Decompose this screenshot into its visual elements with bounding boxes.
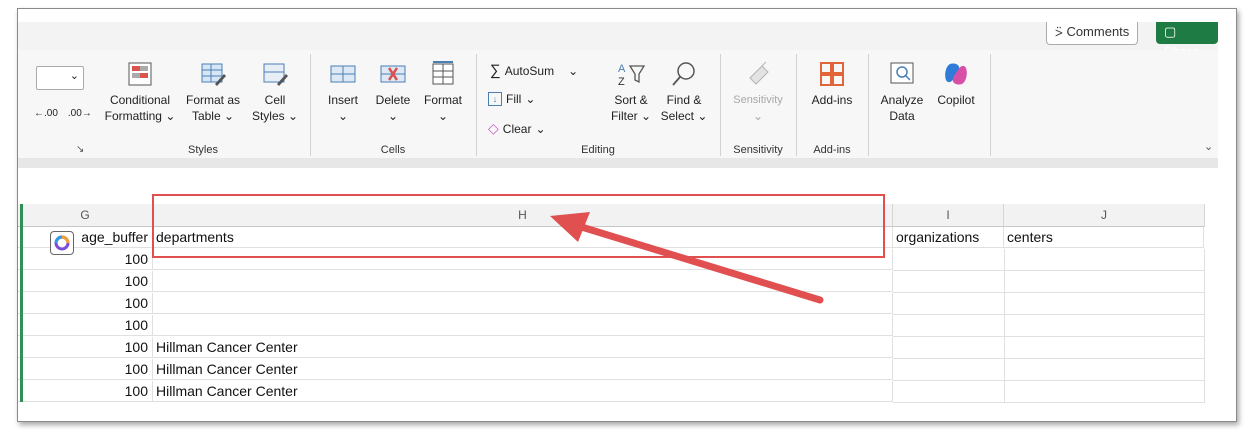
- separator: [868, 54, 869, 156]
- cell-h[interactable]: Hillman Cancer Center: [153, 337, 893, 358]
- delete-cells-icon: [380, 65, 406, 83]
- sort-filter-button[interactable]: A Z Sort & Filter ⌄: [606, 60, 656, 124]
- share-icon: ▢: [1164, 24, 1177, 39]
- cell-j[interactable]: [1004, 359, 1205, 381]
- cell-g[interactable]: 100: [18, 359, 153, 380]
- svg-text:A: A: [618, 63, 626, 75]
- cell-i[interactable]: [893, 381, 1005, 403]
- decrease-decimal-button[interactable]: ←.00: [34, 108, 58, 119]
- sigma-icon: ∑: [490, 62, 501, 79]
- clear-button[interactable]: ◇ Clear ⌄: [488, 120, 546, 137]
- cell-g[interactable]: 100: [18, 337, 153, 358]
- cell-g[interactable]: 100: [18, 293, 153, 314]
- increase-decimal-button[interactable]: .00→: [68, 108, 92, 119]
- find-select-button[interactable]: Find & Select ⌄: [658, 60, 710, 124]
- analyze-data-button[interactable]: Analyze Data: [876, 60, 928, 124]
- separator: [720, 54, 721, 156]
- delete-button[interactable]: Delete ⌄: [370, 60, 416, 124]
- format-cells-icon: [432, 61, 454, 85]
- decimal-buttons: ←.00 .00→: [34, 108, 92, 119]
- sensitivity-icon: [749, 61, 769, 85]
- cell-i[interactable]: [893, 271, 1005, 293]
- separator: [310, 54, 311, 156]
- insert-cells-icon: [330, 65, 356, 83]
- cell-h[interactable]: [153, 315, 893, 336]
- cell-g[interactable]: 100: [18, 381, 153, 402]
- cell-g[interactable]: 100: [18, 271, 153, 292]
- cell-g-header[interactable]: age_buffer: [18, 227, 153, 248]
- editing-group-label: Editing: [581, 144, 615, 156]
- cell-j[interactable]: [1004, 337, 1205, 359]
- copilot-icon: [54, 235, 70, 251]
- chevron-down-icon: ⌄: [69, 70, 79, 82]
- cell-j[interactable]: [1004, 293, 1205, 315]
- separator: [476, 54, 477, 156]
- formula-bar-gap: [18, 158, 1218, 168]
- cell-i[interactable]: [893, 249, 1005, 271]
- number-format-dropdown[interactable]: ⌄: [36, 66, 84, 90]
- cell-g[interactable]: 100: [18, 315, 153, 336]
- collapse-ribbon-icon[interactable]: ⌄: [1204, 140, 1213, 153]
- sort-filter-icon: A Z: [618, 63, 646, 88]
- styles-group-label: Styles: [188, 144, 218, 156]
- cell-g[interactable]: 100: [18, 249, 153, 270]
- eraser-icon: ◇: [488, 120, 499, 136]
- title-bar: ⍩ Comments ▢ Share: [18, 22, 1218, 59]
- format-as-table-icon: [201, 63, 226, 86]
- add-ins-group-label: Add-ins: [813, 144, 851, 156]
- add-ins-icon: [820, 62, 844, 86]
- format-as-table-button[interactable]: Format as Table ⌄: [182, 60, 244, 124]
- annotation-highlight-box: [152, 194, 885, 258]
- cell-j[interactable]: [1004, 249, 1205, 271]
- cell-styles-button[interactable]: Cell Styles ⌄: [250, 60, 300, 124]
- cell-j[interactable]: [1004, 315, 1205, 337]
- separator: [796, 54, 797, 156]
- analyze-data-icon: [890, 62, 914, 84]
- magnifier-icon: [672, 62, 695, 86]
- format-button[interactable]: Format ⌄: [420, 60, 466, 124]
- copilot-cell-badge[interactable]: [50, 231, 74, 255]
- copilot-button[interactable]: Copilot: [930, 60, 982, 108]
- add-ins-button[interactable]: Add-ins: [804, 60, 860, 108]
- selection-edge: [20, 204, 23, 402]
- cells-group-label: Cells: [380, 144, 406, 156]
- comments-button[interactable]: ⍩ Comments: [1046, 22, 1139, 45]
- fill-down-icon: ↓: [488, 92, 502, 106]
- copilot-icon: [945, 63, 967, 85]
- cell-i[interactable]: [893, 293, 1005, 315]
- cell-i[interactable]: [893, 315, 1005, 337]
- cell-i[interactable]: [893, 337, 1005, 359]
- cell-styles-icon: [263, 63, 288, 86]
- autosum-button[interactable]: ∑ AutoSum ⌄: [490, 62, 578, 79]
- share-button[interactable]: ▢ Share: [1156, 22, 1218, 59]
- separator: [990, 54, 991, 156]
- sensitivity-group-label: Sensitivity: [733, 144, 783, 156]
- fill-button[interactable]: ↓ Fill ⌄: [488, 92, 535, 106]
- cell-h[interactable]: Hillman Cancer Center: [153, 359, 893, 380]
- cell-i-header[interactable]: organizations: [893, 227, 1004, 248]
- column-header-i[interactable]: I: [893, 204, 1004, 227]
- cell-h[interactable]: [153, 293, 893, 314]
- cell-h[interactable]: [153, 271, 893, 292]
- column-header-j[interactable]: J: [1004, 204, 1205, 227]
- cell-i[interactable]: [893, 359, 1005, 381]
- dialog-launcher-icon[interactable]: ↘: [76, 144, 84, 155]
- sensitivity-button[interactable]: Sensitivity ⌄: [726, 60, 790, 124]
- cell-h[interactable]: Hillman Cancer Center: [153, 381, 893, 402]
- column-header-g[interactable]: G: [18, 204, 153, 227]
- insert-button[interactable]: Insert ⌄: [320, 60, 366, 124]
- cell-j[interactable]: [1004, 381, 1205, 403]
- svg-text:Z: Z: [618, 76, 625, 88]
- cell-j-header[interactable]: centers: [1004, 227, 1204, 248]
- cell-j[interactable]: [1004, 271, 1205, 293]
- comment-icon: ⍩: [1055, 24, 1063, 39]
- conditional-formatting-icon: [128, 62, 152, 86]
- conditional-formatting-button[interactable]: Conditional Formatting ⌄: [104, 60, 176, 124]
- ribbon-home: ⌄ ←.00 .00→ ↘ Conditional Formatting ⌄ F…: [18, 50, 1218, 158]
